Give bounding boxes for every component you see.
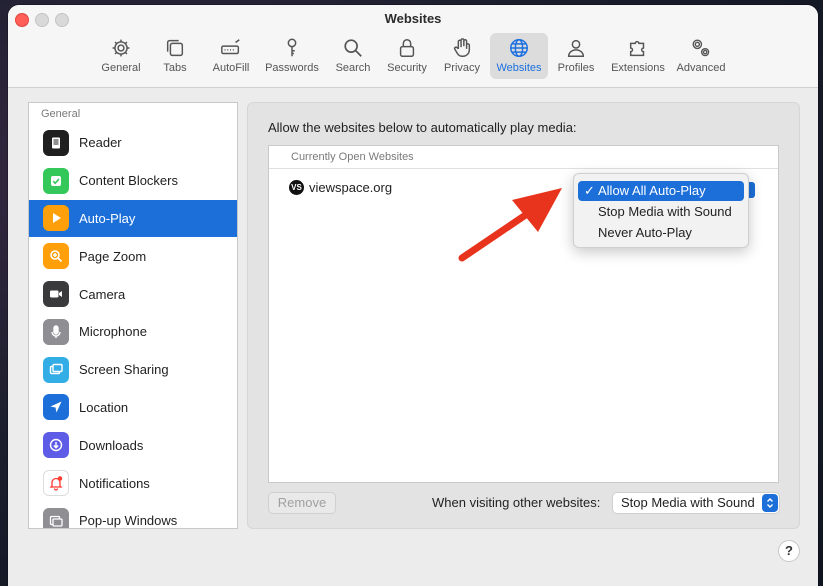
sidebar-item-label: Page Zoom <box>79 248 147 264</box>
sidebar-section-header: General <box>41 108 81 120</box>
autofill-icon <box>221 39 240 55</box>
site-name: viewspace.org <box>309 180 393 195</box>
auto-play-settings-panel: Allow the websites below to automaticall… <box>247 102 800 529</box>
sidebar-item-camera[interactable]: Camera <box>29 275 237 313</box>
search-icon <box>344 39 362 57</box>
tab-label: Websites <box>496 62 542 74</box>
autoplay-options-menu: ✓ Allow All Auto-Play Stop Media with So… <box>573 173 749 248</box>
sidebar-item-pop-up-windows[interactable]: Pop-up Windows <box>29 502 237 529</box>
microphone-icon <box>51 325 61 338</box>
tab-tabs[interactable]: Tabs <box>146 33 204 79</box>
sidebar-item-screen-sharing[interactable]: Screen Sharing <box>29 351 237 389</box>
tab-label: Passwords <box>265 62 319 74</box>
tab-advanced[interactable]: Advanced <box>672 33 730 79</box>
reader-icon <box>52 137 60 149</box>
hand-icon <box>453 38 471 57</box>
tab-label: Extensions <box>611 62 665 74</box>
download-icon <box>49 439 63 452</box>
sidebar: General Reader Content Blockers Auto-Pla… <box>28 102 238 529</box>
tab-label: AutoFill <box>212 62 250 74</box>
sidebar-item-label: Location <box>79 399 129 415</box>
menu-option-stop-media-with-sound[interactable]: Stop Media with Sound <box>578 202 744 222</box>
person-icon <box>567 39 585 57</box>
play-icon <box>53 213 61 224</box>
website-row[interactable]: VS viewspace.org <box>289 180 392 195</box>
sidebar-item-notifications[interactable]: Notifications <box>29 464 237 502</box>
tab-general[interactable]: General <box>96 33 146 79</box>
sidebar-item-label: Notifications <box>79 475 150 491</box>
sidebar-item-label: Downloads <box>79 437 144 453</box>
menu-option-label: Never Auto-Play <box>598 225 692 240</box>
menu-option-allow-all[interactable]: ✓ Allow All Auto-Play <box>578 181 744 201</box>
tab-extensions[interactable]: Extensions <box>604 33 672 79</box>
location-icon <box>50 401 62 413</box>
tabs-icon <box>166 39 184 57</box>
tab-security[interactable]: Security <box>380 33 434 79</box>
lock-icon <box>399 39 415 57</box>
other-websites-label: When visiting other websites: <box>432 495 601 510</box>
sidebar-item-content-blockers[interactable]: Content Blockers <box>29 162 237 200</box>
tab-label: Security <box>387 62 427 74</box>
checkmark-icon: ✓ <box>584 183 595 198</box>
window-title: Websites <box>384 11 442 26</box>
select-stepper <box>762 494 778 512</box>
tab-label: Search <box>335 62 371 74</box>
titlebar: Websites General Tabs AutoFill Passwords… <box>8 5 818 88</box>
screen-sharing-icon <box>49 363 63 374</box>
menu-option-label: Stop Media with Sound <box>598 204 732 219</box>
zoom-icon <box>50 250 63 263</box>
red-arrow-annotation <box>458 188 562 262</box>
tab-profiles[interactable]: Profiles <box>548 33 604 79</box>
menu-option-label: Allow All Auto-Play <box>598 183 706 198</box>
tab-label: Advanced <box>676 62 726 74</box>
puzzle-icon <box>629 40 645 57</box>
chevron-up-down-icon <box>767 498 773 508</box>
tab-label: Tabs <box>163 62 187 74</box>
sidebar-item-label: Auto-Play <box>79 210 136 226</box>
remove-button[interactable]: Remove <box>268 492 336 514</box>
sidebar-item-label: Microphone <box>79 324 147 340</box>
globe-icon <box>510 39 528 57</box>
menu-option-never-auto-play[interactable]: Never Auto-Play <box>578 223 744 243</box>
gear-icon <box>112 39 130 57</box>
tab-label: Profiles <box>557 62 595 74</box>
camera-icon <box>50 290 62 298</box>
tab-autofill[interactable]: AutoFill <box>204 33 258 79</box>
panel-prompt: Allow the websites below to automaticall… <box>268 120 577 135</box>
sidebar-item-label: Camera <box>79 286 126 302</box>
sidebar-item-label: Pop-up Windows <box>79 513 178 529</box>
tab-websites[interactable]: Websites <box>490 33 548 79</box>
sidebar-item-reader[interactable]: Reader <box>29 124 237 162</box>
preferences-toolbar: General Tabs AutoFill Passwords Search S… <box>96 33 730 81</box>
bell-icon <box>49 476 63 491</box>
popup-windows-icon <box>49 515 63 527</box>
sidebar-item-page-zoom[interactable]: Page Zoom <box>29 237 237 275</box>
sidebar-item-label: Content Blockers <box>79 173 178 189</box>
key-icon <box>287 38 297 57</box>
preferences-window: Websites General Tabs AutoFill Passwords… <box>8 5 818 586</box>
select-value: Stop Media with Sound <box>621 495 755 510</box>
sidebar-item-location[interactable]: Location <box>29 389 237 427</box>
other-websites-select[interactable]: Stop Media with Sound <box>612 492 780 514</box>
sidebar-item-downloads[interactable]: Downloads <box>29 426 237 464</box>
tab-label: General <box>101 62 141 74</box>
sidebar-item-label: Screen Sharing <box>79 362 169 378</box>
tab-search[interactable]: Search <box>326 33 380 79</box>
site-favicon: VS <box>289 180 304 195</box>
sidebar-item-auto-play[interactable]: Auto-Play <box>29 199 237 238</box>
tab-passwords[interactable]: Passwords <box>258 33 326 79</box>
list-header: Currently Open Websites <box>269 146 778 169</box>
checkmark-shield-icon <box>51 175 61 186</box>
gears-icon <box>692 39 710 57</box>
tab-label: Privacy <box>443 62 481 74</box>
help-button[interactable]: ? <box>778 540 800 562</box>
sidebar-item-label: Reader <box>79 135 122 151</box>
sidebar-item-microphone[interactable]: Microphone <box>29 313 237 351</box>
tab-privacy[interactable]: Privacy <box>434 33 490 79</box>
